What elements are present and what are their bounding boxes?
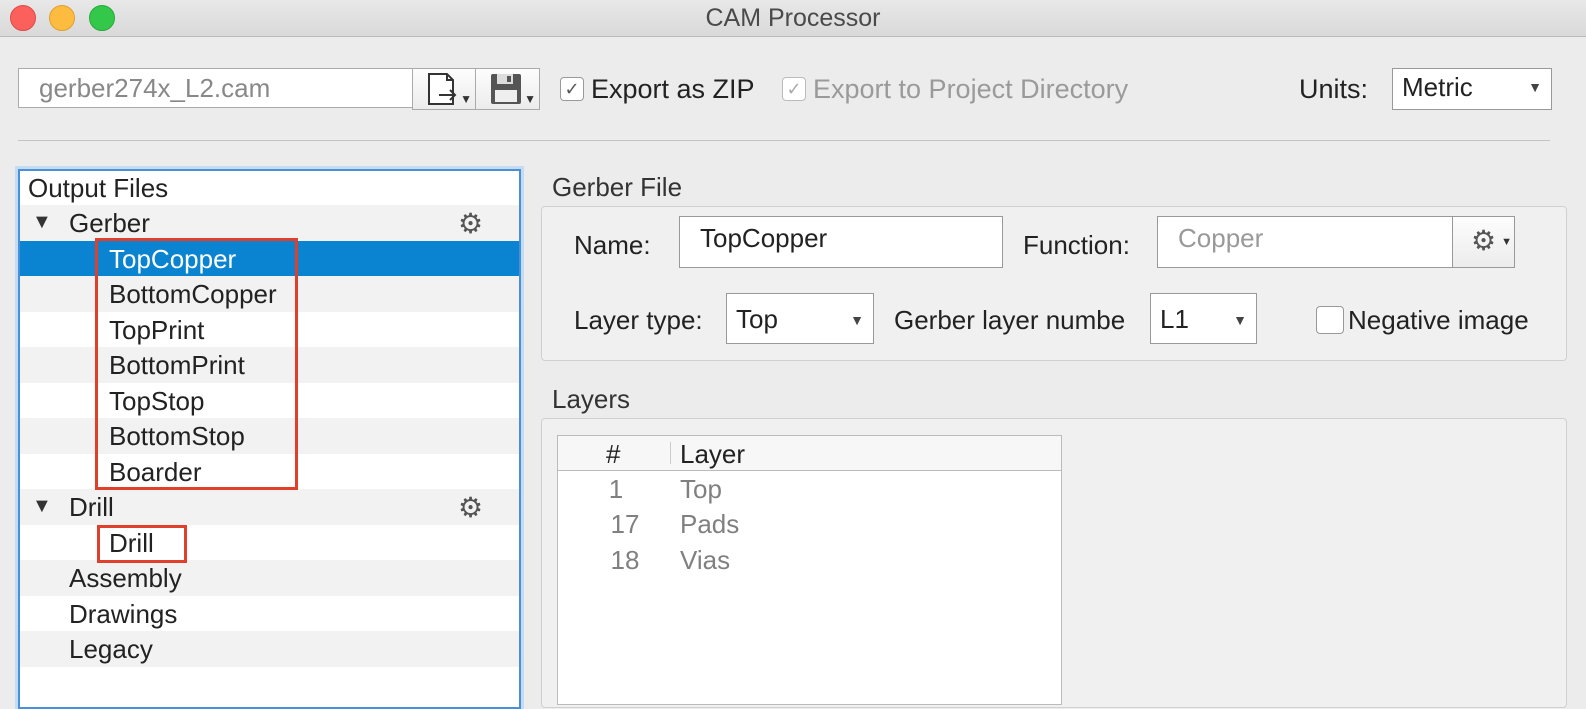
negative-image-label: Negative image: [1348, 305, 1529, 335]
tree-group-gerber[interactable]: ▼ Gerber ⚙: [20, 205, 519, 241]
column-header-layer[interactable]: Layer: [680, 439, 745, 470]
table-header: # Layer: [558, 436, 1061, 471]
disclosure-triangle-icon[interactable]: ▼: [32, 495, 52, 518]
layer-name: Pads: [680, 509, 740, 539]
name-input[interactable]: TopCopper: [679, 216, 1003, 268]
units-label: Units:: [1299, 74, 1369, 104]
layer-type-value: Top: [736, 304, 778, 334]
output-files-panel[interactable]: Output Files ▼ Gerber ⚙ TopCopper Bottom…: [18, 169, 521, 709]
chevron-down-icon: ▼: [460, 92, 472, 106]
layer-type-label: Layer type:: [574, 305, 703, 335]
chevron-down-icon: ▼: [1501, 236, 1512, 248]
tree-group-drill[interactable]: ▼ Drill ⚙: [20, 489, 519, 525]
layer-number: 1: [608, 474, 624, 504]
export-project-checkbox[interactable]: ✓: [782, 77, 806, 101]
disclosure-triangle-icon[interactable]: ▼: [32, 211, 52, 234]
column-separator: [670, 442, 671, 464]
output-files-header: Output Files: [28, 173, 169, 203]
gerber-file-group: Name: TopCopper Function: Copper ⚙ ▼ Lay…: [541, 206, 1567, 361]
gerber-layer-number-label: Gerber layer numbe: [894, 305, 1126, 335]
function-gear-button[interactable]: ⚙ ▼: [1452, 216, 1515, 268]
divider: [18, 140, 1550, 141]
layer-name: Top: [680, 474, 722, 504]
layers-title: Layers: [552, 384, 631, 414]
highlight-box-gerber-items: [95, 238, 298, 490]
function-label: Function:: [1023, 230, 1130, 260]
chevron-down-icon: ▼: [850, 312, 864, 328]
negative-image-checkbox[interactable]: [1316, 306, 1344, 334]
highlight-box-drill-item: [97, 525, 187, 563]
save-button[interactable]: ▼: [475, 68, 540, 110]
tree-group-label: Drill: [69, 492, 114, 522]
layer-number: 18: [610, 545, 640, 575]
gerber-layer-number-value: L1: [1160, 304, 1189, 334]
table-row[interactable]: 17 Pads: [558, 506, 1061, 542]
export-button[interactable]: ▼: [412, 68, 476, 110]
window-title: CAM Processor: [705, 4, 881, 32]
layer-type-select[interactable]: Top ▼: [726, 293, 874, 344]
tree-group-label: Assembly: [69, 563, 182, 593]
tree-group-label: Gerber: [69, 208, 150, 238]
units-select[interactable]: Metric ▼: [1392, 68, 1552, 110]
export-zip-checkbox[interactable]: ✓: [560, 77, 584, 101]
gear-icon: ⚙: [1470, 225, 1497, 256]
function-input[interactable]: Copper: [1157, 216, 1453, 268]
tree-group-label: Legacy: [69, 634, 153, 664]
tree-item-drill[interactable]: Drill: [20, 525, 519, 561]
floppy-disk-icon: [491, 74, 521, 104]
export-project-label: Export to Project Directory: [813, 74, 1129, 104]
chevron-down-icon: ▼: [1528, 79, 1542, 95]
export-file-icon: [428, 73, 457, 105]
gerber-file-title: Gerber File: [552, 172, 683, 202]
tree-group-legacy[interactable]: Legacy: [20, 631, 519, 667]
table-row[interactable]: 1 Top: [558, 471, 1061, 507]
table-row[interactable]: 18 Vias: [558, 542, 1061, 578]
layers-table[interactable]: # Layer 1 Top 17 Pads 18 Vias: [557, 435, 1062, 705]
name-label: Name:: [574, 230, 651, 260]
column-header-number[interactable]: #: [606, 439, 620, 470]
tree-group-drawings[interactable]: Drawings: [20, 596, 519, 632]
tree-group-assembly[interactable]: Assembly: [20, 560, 519, 596]
cam-file-name-field[interactable]: gerber274x_L2.cam: [18, 68, 413, 108]
layer-name: Vias: [680, 545, 731, 575]
chevron-down-icon: ▼: [524, 92, 536, 106]
gerber-layer-number-select[interactable]: L1 ▼: [1150, 293, 1257, 344]
tree-group-label: Drawings: [69, 599, 178, 629]
chevron-down-icon: ▼: [1233, 312, 1247, 328]
export-zip-label: Export as ZIP: [591, 74, 755, 104]
title-bar: CAM Processor: [0, 0, 1586, 37]
units-value: Metric: [1402, 72, 1473, 102]
layer-number: 17: [610, 509, 640, 539]
gear-icon[interactable]: ⚙: [458, 207, 483, 240]
gear-icon[interactable]: ⚙: [458, 491, 483, 524]
